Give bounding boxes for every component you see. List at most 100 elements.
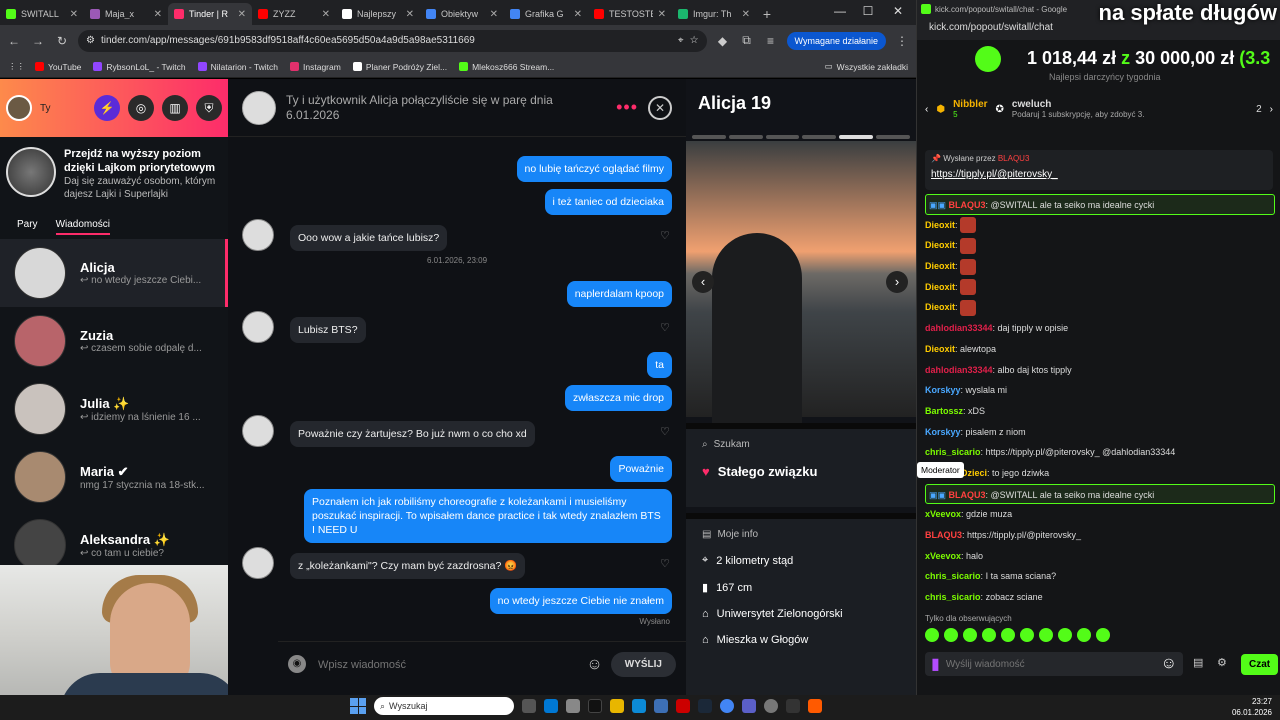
chat-line[interactable]: Korskyy: pisalem z niom (925, 422, 1275, 443)
location-icon[interactable]: ⌖ (678, 35, 684, 46)
opera-icon[interactable] (676, 699, 690, 713)
sent-message[interactable]: naplerdalam kpoop (566, 281, 672, 307)
emote-icon[interactable] (1096, 628, 1110, 642)
chat-line[interactable]: ▣▣ BLAQU3: @SWITALL ale ta seiko ma idea… (925, 483, 1275, 505)
kick-send-button[interactable]: Czat (1241, 654, 1279, 675)
windows-start-icon[interactable] (350, 698, 366, 714)
sent-message[interactable]: no lubię tańczyć oglądać filmy (516, 156, 672, 182)
chat-username[interactable]: Dieoxit (925, 344, 955, 354)
user-name[interactable]: Ty (40, 103, 86, 114)
emote-icon[interactable] (1001, 628, 1015, 642)
chat-username[interactable]: Dieoxit (925, 240, 955, 250)
emoji-icon[interactable]: ☺ (1161, 655, 1177, 673)
tab-close-icon[interactable]: ✕ (742, 9, 750, 20)
chat-line[interactable]: dahlodian33344: albo daj ktos tipply (925, 360, 1275, 381)
chat-line[interactable]: ▣▣ BLAQU3: @SWITALL ale ta seiko ma idea… (925, 194, 1275, 215)
message-input[interactable] (318, 658, 579, 671)
explore-icon[interactable]: ◎ (128, 95, 154, 121)
user-avatar[interactable] (6, 95, 32, 121)
chat-username[interactable]: chris_sicario (925, 592, 981, 602)
sent-message[interactable]: zwłaszcza mic drop (564, 385, 672, 411)
like-heart-icon[interactable]: ♡ (660, 425, 670, 438)
like-heart-icon[interactable]: ♡ (660, 229, 670, 242)
received-message[interactable]: Ooo wow a jakie tańce lubisz? (290, 225, 448, 251)
next-photo-icon[interactable]: › (886, 271, 908, 293)
back-icon[interactable]: ← (6, 34, 22, 48)
chat-line[interactable]: xVeevox: gdzie muza (925, 504, 1275, 525)
chat-line[interactable]: chris_sicario: https://tipply.pl/@pitero… (925, 442, 1275, 463)
extensions-puzzle-icon[interactable]: ⧉ (739, 33, 755, 48)
next-arrow-icon[interactable]: › (1270, 104, 1273, 115)
chat-line[interactable]: chris_sicario: zobacz sciane (925, 587, 1275, 608)
chat-username[interactable]: Dieoxit (925, 282, 955, 292)
chat-username[interactable]: Korskyy (925, 427, 961, 437)
emote-icon[interactable] (944, 628, 958, 642)
chat-line[interactable]: Dieoxit: (925, 215, 1275, 236)
conversation-item[interactable]: Zuzia ↩ czasem sobie odpalę d... (0, 307, 228, 375)
received-message[interactable]: Lubisz BTS? (290, 317, 366, 343)
chat-line[interactable]: Bartossz: xDS (925, 401, 1275, 422)
boost-icon[interactable]: ⚡ (94, 95, 120, 121)
more-options-icon[interactable]: ••• (616, 97, 638, 118)
sent-message[interactable]: Poważnie (610, 456, 672, 482)
chat-line[interactable]: Dieoxit: (925, 277, 1275, 298)
all-bookmarks-button[interactable]: ▭ Wszystkie zakładki (825, 61, 908, 72)
match-avatar[interactable] (242, 90, 276, 125)
bookmark-item[interactable]: RybsonLoL_ - Twitch (93, 62, 186, 72)
browser-tab[interactable]: Maja_x ✕ (84, 3, 168, 25)
tab-close-icon[interactable]: ✕ (238, 9, 246, 20)
chat-line[interactable]: dahlodian33344: daj tipply w opisie (925, 318, 1275, 339)
chat-line[interactable]: Dieoxit: (925, 297, 1275, 318)
conversation-item[interactable]: Alicja ↩ no wtedy jeszcze Ciebi... (0, 239, 228, 307)
kick-message-input[interactable] (945, 658, 1155, 670)
sent-message[interactable]: Poznałem ich jak robiliśmy choreografie … (304, 489, 672, 543)
chat-username[interactable]: Dieoxit (925, 302, 955, 312)
chat-username[interactable]: BLAQU3 (949, 490, 986, 500)
emote-icon[interactable] (1077, 628, 1091, 642)
tab-close-icon[interactable]: ✕ (574, 9, 582, 20)
system-clock[interactable]: 23:27 06.01.2026 (1232, 696, 1272, 718)
chat-username[interactable]: xVeevox (925, 551, 961, 561)
emote-icon[interactable] (925, 628, 939, 642)
browser-tab[interactable]: Najlepszy ✕ (336, 3, 420, 25)
chat-username[interactable]: Korskyy (925, 385, 961, 395)
url-bar[interactable]: ⚙ tinder.com/app/messages/691b9583df9518… (78, 29, 707, 52)
tiktok-icon[interactable] (588, 699, 602, 713)
promo-banner[interactable]: Przejdź na wyższy poziom dzięki Lajkom p… (0, 137, 228, 215)
new-tab-button[interactable]: + (756, 3, 778, 25)
like-heart-icon[interactable]: ♡ (660, 557, 670, 570)
chat-line[interactable]: chris_sicario: I ta sama sciana? (925, 566, 1275, 587)
close-window-button[interactable]: ✕ (884, 4, 912, 18)
steam-icon[interactable] (698, 699, 712, 713)
emote-icon[interactable] (1039, 628, 1053, 642)
sent-message[interactable]: i też taniec od dzieciaka (544, 189, 672, 215)
tab-close-icon[interactable]: ✕ (490, 9, 498, 20)
browser-tab[interactable]: ZYZZ ✕ (252, 3, 336, 25)
chat-username[interactable]: BLAQU3 (925, 530, 962, 540)
sent-message[interactable]: no wtedy jeszcze Ciebie nie znałem (489, 588, 672, 614)
chat-line[interactable]: Normal_Dzieci: to jego dziwka (925, 463, 1275, 484)
chat-username[interactable]: xVeevox (925, 509, 961, 519)
tab-messages[interactable]: Wiadomości (55, 219, 111, 235)
more-options-icon[interactable]: ⋮ (894, 34, 910, 48)
apps-grid-icon[interactable]: ⋮⋮ (8, 61, 25, 72)
tab-close-icon[interactable]: ✕ (658, 9, 666, 20)
pinned-message[interactable]: 📌 Wysłane przez BLAQU3 https://tipply.pl… (925, 150, 1273, 190)
bookmark-item[interactable]: YouTube (35, 62, 81, 72)
obs-icon[interactable] (786, 699, 800, 713)
send-button[interactable]: WYŚLIJ (610, 652, 676, 677)
chat-username[interactable]: Dieoxit (925, 220, 955, 230)
app-icon[interactable] (654, 699, 668, 713)
minimize-button[interactable]: — (826, 4, 854, 18)
conversation-item[interactable]: Maria ✔ nmg 17 stycznia na 18-stk... (0, 443, 228, 511)
browser-tab[interactable]: Obiektyw ✕ (420, 3, 504, 25)
taskbar-search[interactable]: ⌕ Wyszukaj (374, 697, 514, 715)
shield-icon[interactable]: ⛨ (196, 95, 222, 121)
like-heart-icon[interactable]: ♡ (660, 321, 670, 334)
chat-username[interactable]: Bartossz (925, 406, 963, 416)
bookmark-item[interactable]: Planer Podróży Ziel... (352, 62, 447, 72)
emote-icon[interactable] (982, 628, 996, 642)
chat-username[interactable]: chris_sicario (925, 447, 981, 457)
chat-username[interactable]: chris_sicario (925, 571, 981, 581)
explorer-icon[interactable] (610, 699, 624, 713)
